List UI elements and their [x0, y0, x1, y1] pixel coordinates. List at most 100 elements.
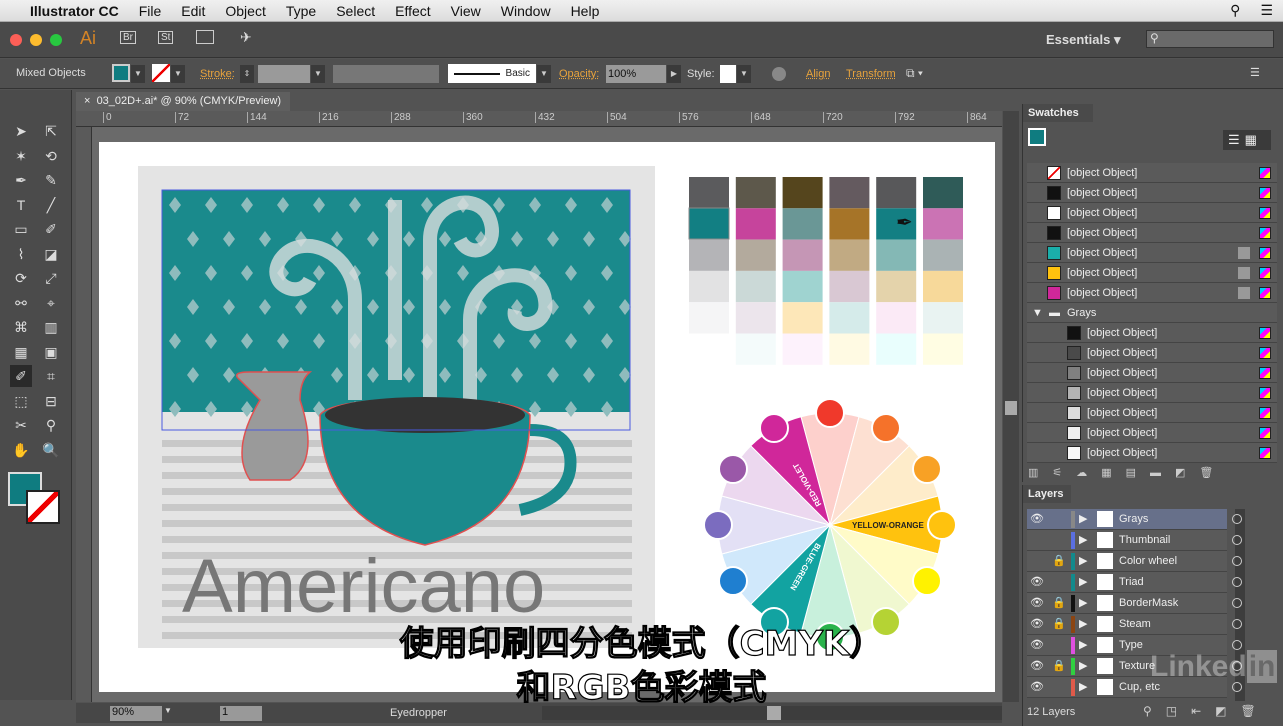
layer-row[interactable]: 👁 ▶ Grays: [1027, 509, 1242, 530]
swatch-name: [object Object]: [1067, 227, 1138, 239]
swatch-row[interactable]: [object Object]: [1027, 323, 1277, 343]
process-color-icon: [1259, 287, 1271, 299]
expand-triangle-icon[interactable]: ▶: [1079, 551, 1087, 572]
swatch-row[interactable]: [object Object]: [1027, 403, 1277, 423]
process-color-icon: [1259, 187, 1271, 199]
swatch-row[interactable]: [object Object]: [1027, 343, 1277, 363]
swatch-row[interactable]: [object Object]: [1027, 263, 1277, 283]
lock-icon[interactable]: 🔒: [1052, 593, 1066, 614]
scroll-thumb[interactable]: [1005, 401, 1017, 415]
vertical-scrollbar[interactable]: [1003, 111, 1019, 702]
swatches-tab[interactable]: Swatches: [1023, 104, 1093, 122]
wheel-tab: [871, 413, 901, 444]
layer-color-bar: [1071, 511, 1075, 528]
expand-triangle-icon[interactable]: ▶: [1079, 530, 1087, 551]
swatch-row[interactable]: [object Object]: [1027, 183, 1277, 203]
color-palette: [688, 177, 963, 365]
palette-swatch: [923, 302, 963, 334]
thumbnail-view-icon[interactable]: ▦: [1245, 132, 1257, 147]
palette-swatch: [876, 239, 917, 271]
layer-row[interactable]: ▶ Thumbnail: [1027, 530, 1242, 551]
swatch-row[interactable]: [object Object]: [1027, 163, 1277, 183]
layer-color-bar: [1071, 553, 1075, 570]
lock-icon[interactable]: 🔒: [1052, 551, 1066, 572]
eyedropper-cursor-icon: ✒: [896, 212, 913, 234]
layer-color-bar: [1071, 532, 1075, 549]
palette-swatch: [735, 208, 776, 240]
target-icon[interactable]: [1232, 556, 1242, 566]
swatch-name: [object Object]: [1087, 327, 1158, 339]
process-color-icon: [1259, 247, 1271, 259]
palette-swatch: [876, 302, 917, 334]
swatch-row[interactable]: [object Object]: [1027, 283, 1277, 303]
expand-triangle-icon[interactable]: ▶: [1079, 572, 1087, 593]
visibility-eye-icon[interactable]: 👁: [1030, 509, 1044, 530]
palette-swatch: [923, 270, 963, 303]
view-toggle[interactable]: ☰ ▦: [1223, 130, 1271, 150]
wheel-tab: [759, 413, 789, 444]
swatch-chip: [1047, 266, 1061, 280]
swatch-name: [object Object]: [1067, 287, 1138, 299]
layer-thumbnail: [1097, 511, 1113, 527]
target-icon[interactable]: [1232, 535, 1242, 545]
swatch-chip: [1047, 226, 1061, 240]
wheel-label-yellow-orange: YELLOW-ORANGE: [852, 521, 925, 530]
palette-swatch: [782, 302, 823, 334]
swatch-group-grays[interactable]: ▼ ▬ Grays: [1027, 303, 1277, 323]
swatches-footer-icons[interactable]: ▥⚟☁▦▤▬◩🗑: [1028, 466, 1227, 479]
palette-swatch: [735, 239, 776, 271]
fill-stroke-indicator[interactable]: [1028, 128, 1046, 146]
swatch-name: [object Object]: [1087, 347, 1158, 359]
color-wheel: RED-VIOLETYELLOW-ORANGEBLUE-GREEN: [703, 398, 957, 652]
palette-swatch: [782, 270, 823, 303]
layer-color-bar: [1071, 574, 1075, 591]
palette-swatch: [829, 239, 870, 271]
swatch-name: [object Object]: [1087, 427, 1158, 439]
expand-triangle-icon[interactable]: ▶: [1079, 509, 1087, 530]
expand-triangle-icon[interactable]: ▶: [1079, 593, 1087, 614]
target-icon[interactable]: [1232, 598, 1242, 608]
list-view-icon[interactable]: ☰: [1223, 132, 1245, 147]
palette-swatch: [689, 239, 729, 271]
visibility-eye-icon[interactable]: 👁: [1030, 572, 1044, 593]
process-color-icon: [1259, 427, 1271, 439]
layer-name: Thumbnail: [1119, 534, 1171, 546]
stripe: [162, 536, 632, 543]
layer-row[interactable]: 👁 ▶ Triad: [1027, 572, 1242, 593]
group-name: Grays: [1067, 307, 1097, 319]
palette-swatch: [689, 270, 729, 303]
swatch-row[interactable]: [object Object]: [1027, 243, 1277, 263]
layer-row[interactable]: 🔒 ▶ Color wheel: [1027, 551, 1242, 572]
swatch-row[interactable]: [object Object]: [1027, 423, 1277, 443]
wheel-tab: [911, 566, 942, 596]
palette-swatch: [782, 177, 823, 209]
palette-swatch: [782, 208, 823, 240]
process-color-icon: [1259, 167, 1271, 179]
layer-name: Color wheel: [1119, 555, 1178, 567]
swatch-chip: [1047, 166, 1061, 180]
visibility-eye-icon[interactable]: 👁: [1030, 593, 1044, 614]
target-icon[interactable]: [1232, 577, 1242, 587]
layer-name: Grays: [1119, 513, 1149, 525]
process-color-icon: [1259, 367, 1271, 379]
palette-swatch: [923, 239, 963, 271]
swatch-name: [object Object]: [1067, 187, 1138, 199]
palette-swatch: [782, 333, 823, 365]
swatch-name: [object Object]: [1067, 267, 1138, 279]
subtitle-line-2: 和RGB色彩模式: [516, 667, 767, 708]
target-icon[interactable]: [1232, 514, 1242, 524]
disclosure-triangle-icon[interactable]: ▼: [1032, 303, 1043, 323]
swatch-row[interactable]: [object Object]: [1027, 443, 1277, 463]
layer-row[interactable]: 👁 🔒 ▶ BorderMask: [1027, 593, 1242, 614]
palette-swatch: [876, 270, 917, 303]
swatch-row[interactable]: [object Object]: [1027, 363, 1277, 383]
palette-swatch: [735, 270, 776, 303]
swatch-chip: [1067, 386, 1081, 400]
swatch-row[interactable]: [object Object]: [1027, 223, 1277, 243]
layer-name: Triad: [1119, 576, 1144, 588]
palette-swatch: [829, 333, 870, 365]
layers-tab[interactable]: Layers: [1023, 485, 1071, 503]
swatch-row[interactable]: [object Object]: [1027, 203, 1277, 223]
swatch-row[interactable]: [object Object]: [1027, 383, 1277, 403]
palette-swatch: [829, 208, 870, 240]
